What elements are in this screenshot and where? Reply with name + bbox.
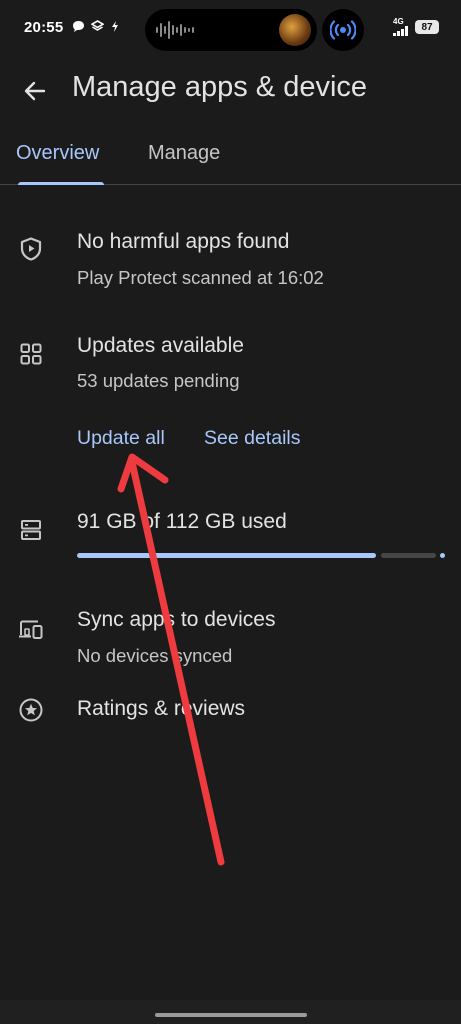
hotspot-pill[interactable] — [322, 9, 364, 51]
star-circle-icon — [18, 697, 44, 723]
tab-manage[interactable]: Manage — [148, 142, 220, 165]
status-time: 20:55 — [24, 19, 64, 36]
arrow-left-icon — [24, 81, 46, 101]
storage-used-fill — [77, 553, 376, 558]
bolt-icon — [112, 21, 118, 32]
apps-grid-icon — [18, 341, 44, 367]
sync-title: Sync apps to devices — [77, 608, 276, 631]
status-bar: 20:55 4G 87 — [0, 0, 461, 60]
updates-title: Updates available — [77, 334, 244, 357]
layers-icon — [91, 20, 104, 31]
top-app-bar: Manage apps & device — [0, 60, 461, 120]
network-type: 4G — [393, 17, 404, 26]
storage-free-track — [381, 553, 436, 558]
devices-icon — [18, 617, 44, 643]
updates-row[interactable]: Updates available 53 updates pending — [0, 330, 461, 420]
system-status: 4G 87 — [393, 18, 439, 36]
see-details-button[interactable]: See details — [204, 427, 300, 450]
storage-label: 91 GB of 112 GB used — [77, 510, 287, 533]
media-island[interactable] — [145, 9, 317, 51]
tab-indicator — [18, 182, 104, 185]
back-button[interactable] — [18, 74, 52, 108]
signal-icon — [393, 26, 408, 36]
page-title: Manage apps & device — [72, 71, 368, 103]
storage-progress-bar — [77, 553, 445, 558]
protect-title: No harmful apps found — [77, 230, 290, 253]
ratings-title: Ratings & reviews — [77, 697, 246, 720]
tab-overview[interactable]: Overview — [16, 142, 99, 165]
tab-bar: Overview Manage — [0, 128, 461, 185]
play-protect-row[interactable]: No harmful apps found Play Protect scann… — [0, 225, 461, 305]
shield-play-icon — [18, 236, 44, 262]
storage-end-dot — [440, 553, 445, 558]
gesture-handle[interactable] — [155, 1013, 307, 1017]
protect-subtitle: Play Protect scanned at 16:02 — [77, 267, 324, 288]
screen: 20:55 4G 87 Manage apps & device Overvie… — [0, 0, 461, 1024]
sync-row[interactable]: Sync apps to devices No devices synced — [0, 603, 461, 675]
signal-group: 4G — [393, 18, 409, 36]
ratings-row[interactable]: Ratings & reviews — [0, 692, 461, 732]
broadcast-icon — [330, 20, 356, 40]
audio-wave-icon — [156, 21, 194, 39]
battery-indicator: 87 — [415, 20, 439, 34]
chat-bubble-icon — [73, 21, 84, 32]
album-art-image — [279, 14, 311, 46]
notification-icons — [72, 20, 120, 33]
updates-subtitle: 53 updates pending — [77, 370, 240, 391]
update-all-button[interactable]: Update all — [77, 427, 165, 450]
sync-subtitle: No devices synced — [77, 645, 233, 666]
navigation-bar — [0, 1000, 461, 1024]
storage-icon — [18, 517, 44, 543]
